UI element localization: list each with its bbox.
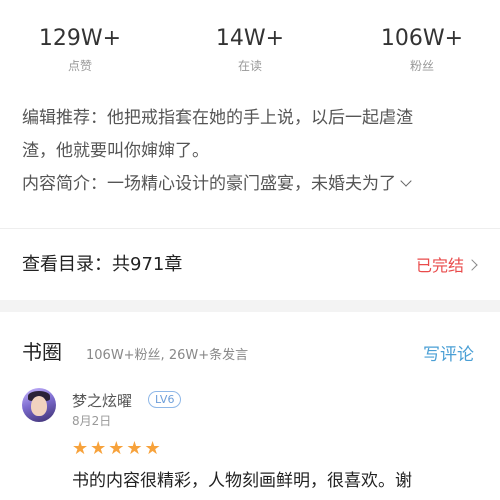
comment-username[interactable]: 梦之炫曜: [72, 390, 132, 411]
stat-reading-value: 14W+: [215, 26, 285, 51]
stat-likes-label: 点赞: [67, 59, 92, 73]
summary-row: 内容简介：一场精心设计的豪门盛宴，未婚夫为了: [22, 168, 482, 201]
avatar-face: [31, 396, 47, 416]
write-comment-button[interactable]: 写评论: [423, 340, 474, 365]
stat-fans: 106W+ 粉丝: [342, 24, 500, 76]
stat-fans-label: 粉丝: [409, 59, 434, 73]
editor-recommend-line-2: 渣，他就要叫你婶婶了。: [22, 141, 209, 161]
completion-status-label: 已完结: [415, 256, 464, 275]
catalog-row[interactable]: 查看目录：共971章 已完结: [0, 236, 500, 292]
chevron-down-icon[interactable]: [400, 175, 412, 187]
comment-item[interactable]: 梦之炫曜 LV6 8月2日 ★★★★★ 书的内容很精彩，人物刻画鲜明，很喜欢。谢: [0, 386, 500, 500]
completion-status: 已完结: [415, 252, 478, 276]
stat-reading: 14W+ 在读: [170, 24, 330, 76]
stat-likes: 129W+ 点赞: [0, 24, 160, 76]
chevron-right-icon: [466, 259, 478, 271]
comment-text: 书的内容很精彩，人物刻画鲜明，很喜欢。谢: [72, 471, 412, 491]
avatar[interactable]: [22, 388, 56, 422]
summary-text: 内容简介：一场精心设计的豪门盛宴，未婚夫为了: [22, 174, 396, 194]
book-intro[interactable]: 编辑推荐：他把戒指套在她的手上说，以后一起虐渣 渣，他就要叫你婶婶了。 内容简介…: [22, 102, 482, 201]
divider: [0, 228, 500, 229]
book-circle-title: 书圈: [22, 340, 62, 364]
stat-likes-value: 129W+: [38, 26, 122, 51]
section-gap: [0, 300, 500, 312]
book-circle-meta: 106W+粉丝, 26W+条发言: [86, 348, 249, 363]
stat-reading-label: 在读: [237, 59, 262, 73]
comment-date: 8月2日: [72, 414, 112, 428]
catalog-title: 查看目录：共971章: [22, 254, 183, 275]
star-rating: ★★★★★: [72, 438, 163, 459]
editor-recommend-line-1: 编辑推荐：他把戒指套在她的手上说，以后一起虐渣: [22, 108, 413, 128]
stat-fans-value: 106W+: [380, 26, 464, 51]
book-circle-header: 书圈 106W+粉丝, 26W+条发言 写评论: [0, 330, 500, 370]
stats-bar: 129W+ 点赞 14W+ 在读 106W+ 粉丝: [0, 0, 500, 90]
level-badge: LV6: [148, 391, 182, 408]
